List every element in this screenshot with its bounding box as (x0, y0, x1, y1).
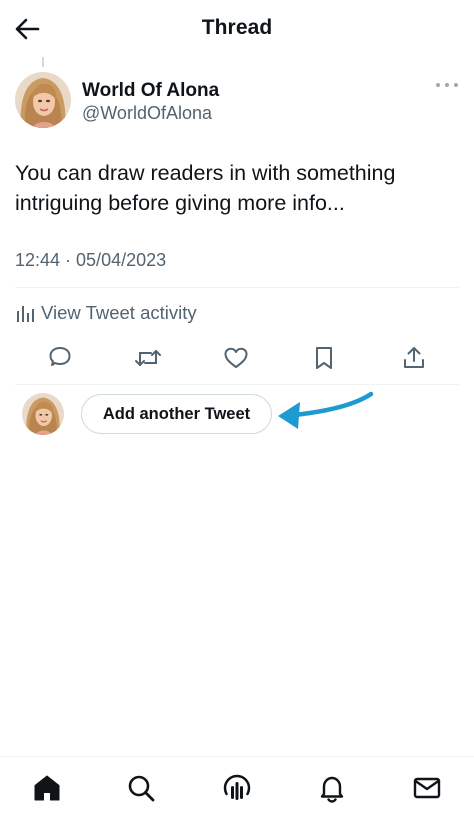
bookmark-button[interactable] (306, 340, 342, 376)
reply-icon (49, 347, 71, 366)
search-icon (128, 775, 155, 802)
nav-home[interactable] (30, 771, 64, 805)
analytics-icon (17, 306, 34, 322)
page-title: Thread (201, 16, 273, 39)
retweet-button[interactable] (130, 340, 166, 376)
bookmark-icon (316, 347, 332, 369)
retweet-icon (135, 350, 161, 366)
nav-messages[interactable] (410, 771, 444, 805)
mail-icon (413, 777, 441, 799)
avatar[interactable] (22, 393, 64, 435)
nav-spaces[interactable] (220, 771, 254, 805)
more-dots-icon (436, 83, 440, 87)
spaces-icon (223, 774, 251, 800)
view-tweet-activity-link[interactable]: View Tweet activity (15, 300, 197, 326)
tweet-timestamp[interactable]: 12:44 · 05/04/2023 (15, 250, 166, 271)
nav-search[interactable] (124, 771, 158, 805)
share-button[interactable] (396, 340, 432, 376)
author-handle[interactable]: @WorldOfAlona (82, 103, 212, 124)
reply-button[interactable] (42, 340, 78, 376)
tweet-author: World Of Alona @WorldOfAlona (15, 72, 459, 130)
author-name[interactable]: World Of Alona (82, 80, 219, 102)
arrow-annotation-icon (278, 391, 374, 429)
home-icon (34, 775, 60, 801)
top-bar: Thread (0, 0, 474, 58)
tweet-text: You can draw readers in with something i… (15, 161, 396, 215)
divider (15, 287, 459, 288)
thread-connector-line (42, 57, 44, 67)
share-icon (404, 347, 424, 368)
tweet-actions (0, 340, 474, 376)
avatar[interactable] (15, 72, 71, 128)
more-options-button[interactable] (436, 78, 458, 92)
like-button[interactable] (218, 340, 254, 376)
bottom-navigation (0, 757, 474, 818)
nav-notifications[interactable] (315, 771, 349, 805)
activity-label: View Tweet activity (41, 302, 197, 323)
bell-icon (320, 776, 344, 803)
heart-icon (224, 347, 248, 368)
add-tweet-row: Add another Tweet (0, 385, 474, 445)
add-another-tweet-button[interactable]: Add another Tweet (81, 394, 272, 434)
